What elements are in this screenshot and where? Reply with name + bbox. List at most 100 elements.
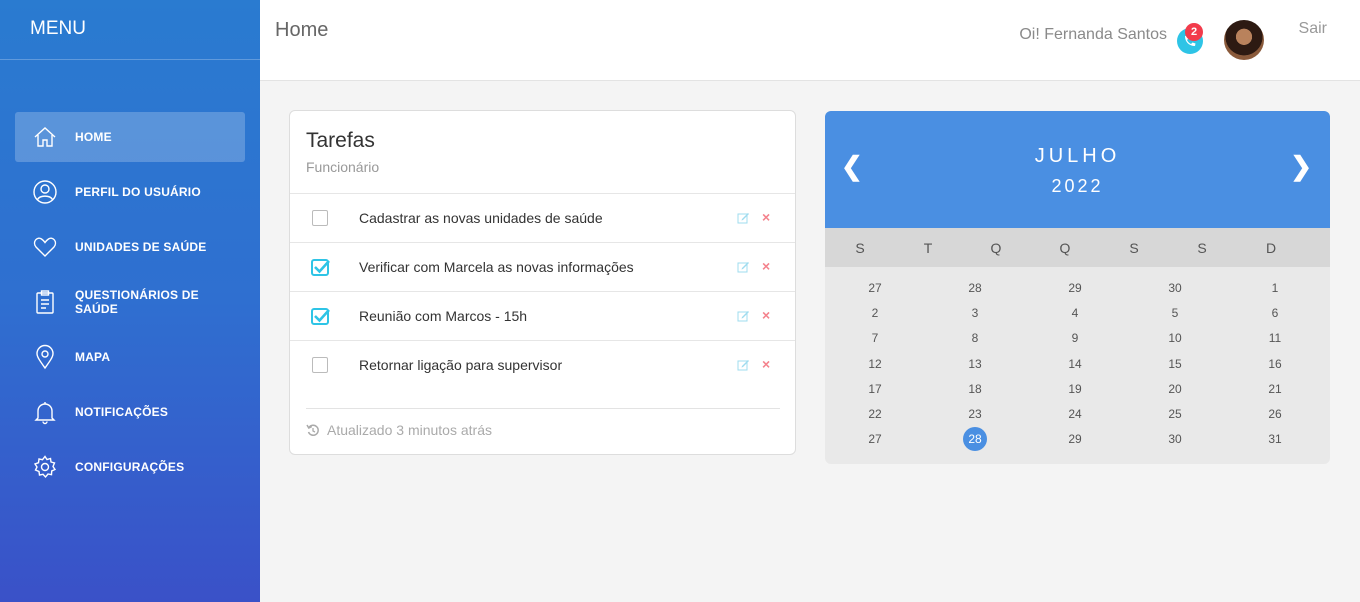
calendar-day[interactable]: 30	[1163, 276, 1187, 300]
calendar-month: JULHO	[1034, 145, 1121, 167]
sidebar: MENU HOME PERFIL DO USUÁRIO UNIDADES DE …	[0, 0, 260, 602]
task-text: Reunião com Marcos - 15h	[359, 308, 528, 324]
calendar-day[interactable]: 3	[963, 301, 987, 325]
calendar-day[interactable]: 28	[963, 427, 987, 452]
edit-icon[interactable]	[737, 309, 750, 322]
gear-icon	[31, 453, 59, 481]
page-title: Home	[275, 19, 329, 41]
task-row: Verificar com Marcela as novas informaçõ…	[290, 242, 795, 291]
task-text: Cadastrar as novas unidades de saúde	[359, 210, 603, 226]
calendar-day[interactable]: 17	[863, 377, 887, 401]
sidebar-item-home[interactable]: HOME	[15, 112, 245, 162]
sidebar-item-notifications[interactable]: NOTIFICAÇÕES	[15, 387, 245, 437]
calendar-day[interactable]: 27	[863, 276, 887, 300]
sidebar-item-label: CONFIGURAÇÕES	[75, 460, 185, 474]
calendar-header: ❮ JULHO 2022 ❯	[825, 111, 1330, 228]
task-checkbox[interactable]	[311, 308, 330, 325]
calendar-day[interactable]: 26	[1263, 402, 1287, 426]
sidebar-item-health-units[interactable]: UNIDADES DE SAÚDE	[15, 222, 245, 272]
heart-icon	[31, 233, 59, 261]
calendar-year: 2022	[1051, 176, 1104, 196]
calendar-day[interactable]: 28	[963, 276, 987, 300]
edit-icon[interactable]	[737, 358, 750, 371]
weekday-label: Q	[1059, 240, 1071, 256]
sidebar-item-health-questionnaires[interactable]: QUESTIONÁRIOS DE SAÚDE	[15, 277, 245, 327]
home-icon	[31, 123, 59, 151]
weekday-label: D	[1265, 240, 1277, 256]
task-row: Cadastrar as novas unidades de saúde ×	[290, 193, 795, 242]
calendar-day[interactable]: 1	[1263, 276, 1287, 300]
delete-icon[interactable]: ×	[762, 307, 770, 323]
menu-title: MENU	[0, 0, 260, 60]
calendar: ❮ JULHO 2022 ❯ STQQSSD 27 28 29 30 1 2 3 4 5 6 7 8 9…	[825, 111, 1330, 464]
calendar-day[interactable]: 27	[863, 427, 887, 451]
task-text: Retornar ligação para supervisor	[359, 357, 563, 373]
tasks-title: Tarefas	[306, 129, 375, 152]
calendar-day[interactable]: 7	[863, 326, 887, 350]
calendar-day[interactable]: 24	[1063, 402, 1087, 426]
task-checkbox[interactable]	[312, 357, 328, 373]
sidebar-item-label: QUESTIONÁRIOS DE SAÚDE	[74, 288, 199, 316]
calendar-day[interactable]: 21	[1263, 377, 1287, 401]
history-icon	[306, 423, 320, 437]
sidebar-item-user-profile[interactable]: PERFIL DO USUÁRIO	[15, 167, 245, 217]
edit-icon[interactable]	[737, 211, 750, 224]
sidebar-item-label: UNIDADES DE SAÚDE	[75, 240, 207, 254]
calendar-day[interactable]: 29	[1063, 427, 1087, 451]
updated-text: Atualizado 3 minutos atrás	[327, 422, 492, 438]
sidebar-item-settings[interactable]: CONFIGURAÇÕES	[15, 442, 245, 492]
sidebar-item-map[interactable]: MAPA	[15, 332, 245, 382]
calendar-day[interactable]: 29	[1063, 276, 1087, 300]
calendar-day[interactable]: 14	[1063, 352, 1087, 376]
calendar-day[interactable]: 23	[963, 402, 987, 426]
calendar-day[interactable]: 10	[1163, 326, 1187, 350]
weekday-label: S	[1197, 240, 1207, 256]
calendar-day[interactable]: 4	[1063, 301, 1087, 325]
calendar-day[interactable]: 19	[1063, 377, 1087, 401]
calendar-day[interactable]: 11	[1263, 326, 1287, 350]
task-checkbox[interactable]	[311, 259, 330, 276]
weekday-label: Q	[990, 240, 1002, 256]
task-checkbox[interactable]	[312, 210, 328, 226]
notification-badge: 2	[1185, 23, 1203, 41]
calendar-day[interactable]: 18	[963, 377, 987, 401]
task-row: Retornar ligação para supervisor ×	[290, 340, 795, 389]
calendar-day[interactable]: 16	[1263, 352, 1287, 376]
sidebar-item-label: HOME	[75, 130, 112, 144]
delete-icon[interactable]: ×	[762, 209, 770, 225]
calendar-day[interactable]: 13	[963, 352, 987, 376]
user-greeting: Oi! Fernanda Santos	[1019, 26, 1167, 43]
calendar-day[interactable]: 31	[1263, 427, 1287, 451]
notifications-button[interactable]: 2	[1177, 23, 1205, 54]
calendar-day[interactable]: 22	[863, 402, 887, 426]
sidebar-item-label: PERFIL DO USUÁRIO	[75, 185, 201, 199]
tasks-footer: Atualizado 3 minutos atrás	[306, 408, 780, 438]
calendar-day[interactable]: 9	[1063, 326, 1087, 350]
sidebar-item-label: NOTIFICAÇÕES	[75, 405, 169, 419]
delete-icon[interactable]: ×	[762, 356, 770, 372]
bell-icon	[31, 398, 59, 426]
edit-icon[interactable]	[737, 260, 750, 273]
sidebar-item-label: MAPA	[75, 350, 111, 364]
weekday-label: S	[855, 240, 865, 256]
user-icon	[31, 178, 59, 206]
calendar-day[interactable]: 5	[1163, 301, 1187, 325]
sidebar-nav: HOME PERFIL DO USUÁRIO UNIDADES DE SAÚDE…	[15, 112, 245, 497]
avatar[interactable]	[1224, 20, 1264, 60]
logout-link[interactable]: Sair	[1299, 20, 1327, 38]
tasks-card: Tarefas Funcionário Cadastrar as novas u…	[289, 110, 796, 455]
calendar-day[interactable]: 12	[863, 352, 887, 376]
calendar-day[interactable]: 20	[1163, 377, 1187, 401]
weekday-label: T	[923, 240, 933, 256]
calendar-weekdays: STQQSSD	[825, 228, 1330, 267]
calendar-day[interactable]: 25	[1163, 402, 1187, 426]
delete-icon[interactable]: ×	[762, 258, 770, 274]
task-row: Reunião com Marcos - 15h ×	[290, 291, 795, 340]
calendar-day[interactable]: 15	[1163, 352, 1187, 376]
calendar-day[interactable]: 2	[863, 301, 887, 325]
task-text: Verificar com Marcela as novas informaçõ…	[359, 259, 634, 275]
next-month-button[interactable]: ❯	[1290, 151, 1312, 182]
calendar-day[interactable]: 30	[1163, 427, 1187, 451]
calendar-day[interactable]: 6	[1263, 301, 1287, 325]
calendar-day[interactable]: 8	[963, 326, 987, 350]
